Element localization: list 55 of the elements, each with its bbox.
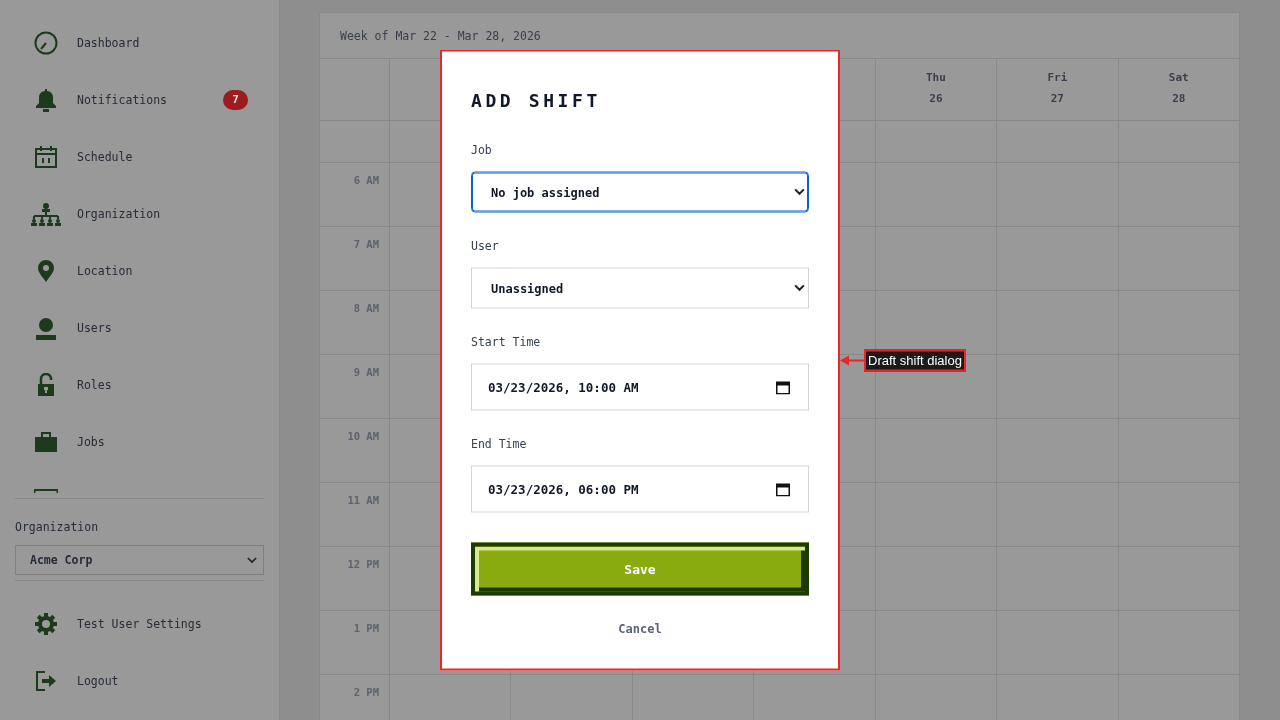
time-label: 8 AM (353, 302, 379, 314)
nav-link[interactable]: Notifications (30, 83, 167, 116)
dropdown-field[interactable]: Unassigned (471, 267, 809, 309)
nav-link[interactable]: Jobs (30, 425, 105, 458)
caret-icon (794, 284, 805, 292)
nav-link[interactable]: Users (30, 311, 112, 344)
bell-icon (34, 87, 58, 112)
day-name: Sat (1168, 71, 1189, 85)
nav-link[interactable]: Dashboard (30, 26, 140, 59)
dialog-title: ADD SHIFT (471, 88, 601, 113)
calendar-icon (776, 482, 790, 496)
organization-select[interactable]: Acme Corp (15, 545, 264, 575)
nav-link[interactable]: Logout (30, 664, 119, 697)
clipped-icon (34, 489, 58, 493)
briefcase-icon (34, 429, 58, 454)
day-date: 27 (1050, 92, 1064, 106)
time-label: 6 AM (353, 174, 379, 186)
day-date: 28 (1172, 92, 1186, 106)
caret-icon (247, 556, 257, 564)
field-label: End Time (471, 435, 527, 453)
calendar-icon (34, 144, 58, 169)
gauge-icon (34, 30, 58, 55)
nav-link[interactable]: Test User Settings (30, 607, 202, 640)
calendar-icon (776, 380, 790, 394)
field-label: Job (471, 141, 492, 159)
logout-icon (34, 668, 58, 693)
nav-link[interactable]: Schedule (30, 140, 133, 173)
week-title: Week of Mar 22 - Mar 28, 2026 (340, 28, 541, 43)
nav-link[interactable]: Organization (30, 197, 161, 230)
annotation-label: Draft shift dialog (864, 349, 966, 371)
datetime-field[interactable]: 03/23/2026, 10:00 AM (471, 363, 809, 411)
field-label: User (471, 237, 499, 255)
count-badge: 7 (223, 89, 248, 110)
time-label: 11 AM (347, 494, 379, 506)
time-label: 7 AM (353, 238, 379, 250)
settings-icon (34, 611, 58, 636)
time-label: 1 PM (353, 622, 379, 634)
datetime-field[interactable]: 03/23/2026, 06:00 PM (471, 465, 809, 513)
time-label: 10 AM (347, 430, 379, 442)
field-label: Organization (15, 519, 100, 535)
time-label: 12 PM (347, 558, 379, 570)
day-date: 26 (929, 92, 943, 106)
cancel-button[interactable]: Cancel (610, 612, 670, 645)
caret-icon (794, 188, 805, 196)
field-label: Start Time (471, 333, 541, 351)
day-name: Thu (926, 71, 946, 85)
org-chart-icon (30, 201, 62, 226)
nav-link[interactable]: Location (30, 254, 133, 287)
user-icon (34, 315, 58, 340)
save-button[interactable]: Save (471, 542, 809, 596)
time-label: 2 PM (353, 686, 379, 698)
time-label: 9 AM (353, 366, 379, 378)
nav-link[interactable]: Roles (30, 368, 112, 401)
day-name: Fri (1047, 71, 1068, 85)
dropdown-field[interactable]: No job assigned (471, 171, 809, 213)
